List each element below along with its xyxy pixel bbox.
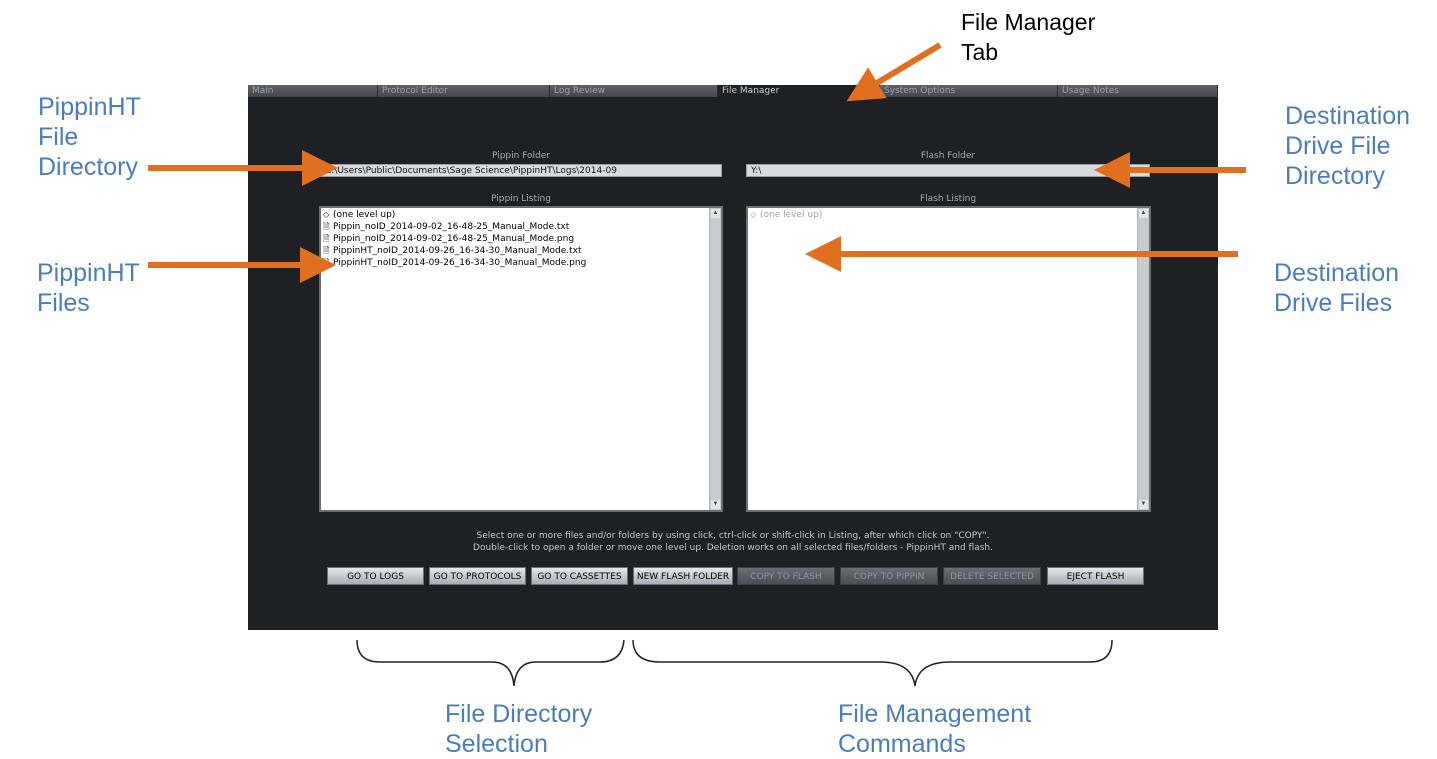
arrow-file-manager-tab (846, 42, 942, 102)
brace-file-directory-selection (356, 639, 625, 687)
annotation-overlay (148, 42, 1246, 687)
brace-file-management-commands (632, 639, 1113, 687)
